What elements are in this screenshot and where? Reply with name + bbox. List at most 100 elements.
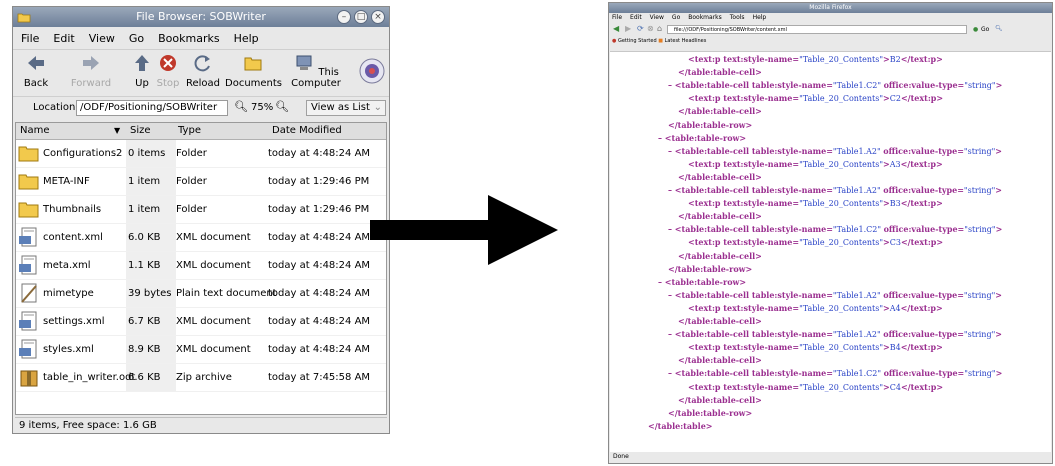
table-row[interactable]: settings.xml 6.7 KB XML document today at 4…: [16, 308, 386, 336]
table-row[interactable]: styles.xml 8.9 KB XML document today at 4:4…: [16, 336, 386, 364]
xml-token: "Table_20_Contents": [799, 343, 884, 353]
stop-icon: [160, 55, 176, 71]
table-row[interactable]: META-INF 1 item Folder today at 1:29:46 PM: [16, 168, 386, 196]
browser-stop-icon[interactable]: ⊗: [647, 24, 654, 33]
xml-line: </table:table-row>: [668, 264, 752, 275]
column-date[interactable]: Date Modified: [272, 125, 342, 136]
bookmark-getting-started[interactable]: Getting Started: [618, 38, 657, 44]
xml-token: –: [658, 132, 665, 143]
browser-status-bar: Done: [613, 453, 629, 460]
xml-line: </table:table-cell>: [678, 395, 762, 406]
table-row[interactable]: Configurations2 0 items Folder today at 4:4…: [16, 140, 386, 168]
table-row[interactable]: table_in_writer.odt 6.6 KB Zip archive toda…: [16, 364, 386, 392]
xml-token: "Table1.A2": [832, 330, 884, 340]
menu-file[interactable]: File: [21, 32, 39, 45]
xml-token: text:style-name=: [723, 93, 800, 104]
xml-line: <text:p text:style-name="Table_20_Conten…: [688, 237, 943, 248]
location-input[interactable]: /ODF/Positioning/SOBWriter: [76, 100, 228, 116]
documents-folder-icon: [244, 57, 262, 71]
xml-token: office:value-type=: [883, 80, 965, 91]
xml-line: </table:table-row>: [668, 120, 752, 131]
xml-token: "Table1.C2": [832, 369, 884, 379]
bookmark-latest-headlines[interactable]: Latest Headlines: [665, 38, 707, 44]
menu-edit[interactable]: Edit: [53, 32, 74, 45]
xml-token: </text:p>: [900, 158, 943, 169]
xml-line: – <table:table-row>: [658, 277, 746, 288]
xml-line: </table:table>: [648, 421, 712, 432]
file-browser-window: File Browser: SOBWriter – □ × File Edit …: [12, 6, 390, 434]
table-row[interactable]: mimetype 39 bytes Plain text document today…: [16, 280, 386, 308]
zoom-in-icon[interactable]: 🔍︎: [275, 100, 289, 113]
browser-menu-go[interactable]: Go: [672, 14, 680, 21]
xml-token: <text:p: [688, 381, 724, 392]
column-type[interactable]: Type: [178, 125, 201, 136]
column-name[interactable]: Name: [20, 125, 50, 136]
browser-menu-bookmarks[interactable]: Bookmarks: [688, 14, 722, 21]
stop-button[interactable]: Stop: [155, 53, 181, 89]
table-row[interactable]: Thumbnails 1 item Folder today at 1:29:46 P…: [16, 196, 386, 224]
xml-token: office:value-type=: [883, 145, 964, 156]
menu-bookmarks[interactable]: Bookmarks: [158, 32, 219, 45]
xml-token: text:style-name=: [723, 342, 800, 353]
xml-token: >: [995, 185, 1002, 195]
browser-home-icon[interactable]: ⌂: [657, 24, 662, 33]
xml-token: "Table1.A2": [832, 290, 884, 300]
xml-token: <table:table-cell: [674, 185, 752, 195]
xml-token: >: [883, 198, 890, 209]
browser-menu-view[interactable]: View: [650, 14, 664, 21]
go-icon[interactable]: ●: [973, 26, 978, 33]
xml-token: <text:p: [688, 54, 724, 64]
close-button[interactable]: ×: [371, 10, 385, 24]
browser-back-icon[interactable]: ◀: [613, 24, 619, 33]
xml-token: A3: [889, 159, 901, 169]
zoom-out-icon[interactable]: 🔍︎: [234, 100, 248, 113]
xml-token: –: [668, 368, 675, 379]
file-size: 39 bytes: [128, 288, 172, 299]
xml-token: <table:table-cell: [674, 145, 752, 156]
maximize-button[interactable]: □: [354, 10, 368, 24]
table-row[interactable]: content.xml 6.0 KB XML document today at 4:…: [16, 224, 386, 252]
menu-view[interactable]: View: [89, 32, 115, 45]
file-date: today at 4:48:24 AM: [268, 344, 371, 355]
xml-token: <text:p: [688, 198, 724, 209]
browser-menu-edit[interactable]: Edit: [630, 14, 642, 21]
search-icon[interactable]: 🔍︎: [995, 25, 1003, 32]
xml-token: "Table1.C2": [832, 225, 884, 235]
file-name: Configurations2: [43, 148, 123, 159]
browser-menu-file[interactable]: File: [612, 14, 622, 21]
back-button[interactable]: Back: [21, 53, 51, 89]
browser-reload-icon[interactable]: ⟳: [637, 24, 644, 33]
table-row[interactable]: meta.xml 1.1 KB XML document today at 4:48:…: [16, 252, 386, 280]
file-type: Plain text document: [176, 288, 277, 299]
column-size[interactable]: Size: [130, 125, 151, 136]
xml-token: >: [883, 158, 890, 169]
xml-token: table:style-name=: [751, 368, 833, 379]
documents-button[interactable]: Documents: [225, 53, 282, 89]
file-browser-titlebar[interactable]: File Browser: SOBWriter – □ ×: [13, 7, 389, 27]
menu-help[interactable]: Help: [234, 32, 259, 45]
up-button[interactable]: Up: [131, 53, 153, 89]
browser-titlebar[interactable]: Mozilla Firefox: [609, 3, 1052, 13]
file-name: styles.xml: [43, 344, 94, 355]
xml-token: "string": [964, 369, 996, 379]
xml-token: >: [883, 54, 890, 64]
reload-button[interactable]: Reload: [185, 53, 221, 89]
browser-menu-help[interactable]: Help: [753, 14, 767, 21]
forward-button[interactable]: Forward: [69, 53, 113, 89]
xml-token: "Table1.A2": [832, 186, 884, 195]
go-button[interactable]: Go: [981, 26, 989, 33]
browser-menu-tools[interactable]: Tools: [730, 14, 745, 21]
archive-icon: [18, 366, 40, 388]
xml-token: <table:table-cell: [674, 289, 752, 300]
minimize-button[interactable]: –: [337, 10, 351, 24]
xml-token: text:style-name=: [723, 237, 800, 248]
browser-forward-icon[interactable]: ▶: [625, 24, 631, 33]
menu-go[interactable]: Go: [129, 32, 144, 45]
url-input[interactable]: file:///ODF/Positioning/SOBWriter/conten…: [667, 25, 967, 34]
view-as-selector[interactable]: View as List ⌄: [306, 100, 386, 116]
this-computer-button[interactable]: This Computer: [283, 53, 349, 89]
file-size: 6.0 KB: [128, 232, 161, 243]
xml-token: "Table1.A2": [832, 146, 884, 156]
xml-token: >: [883, 237, 890, 248]
xml-content-view[interactable]: <text:p text:style-name="Table_20_Conten…: [610, 51, 1051, 452]
